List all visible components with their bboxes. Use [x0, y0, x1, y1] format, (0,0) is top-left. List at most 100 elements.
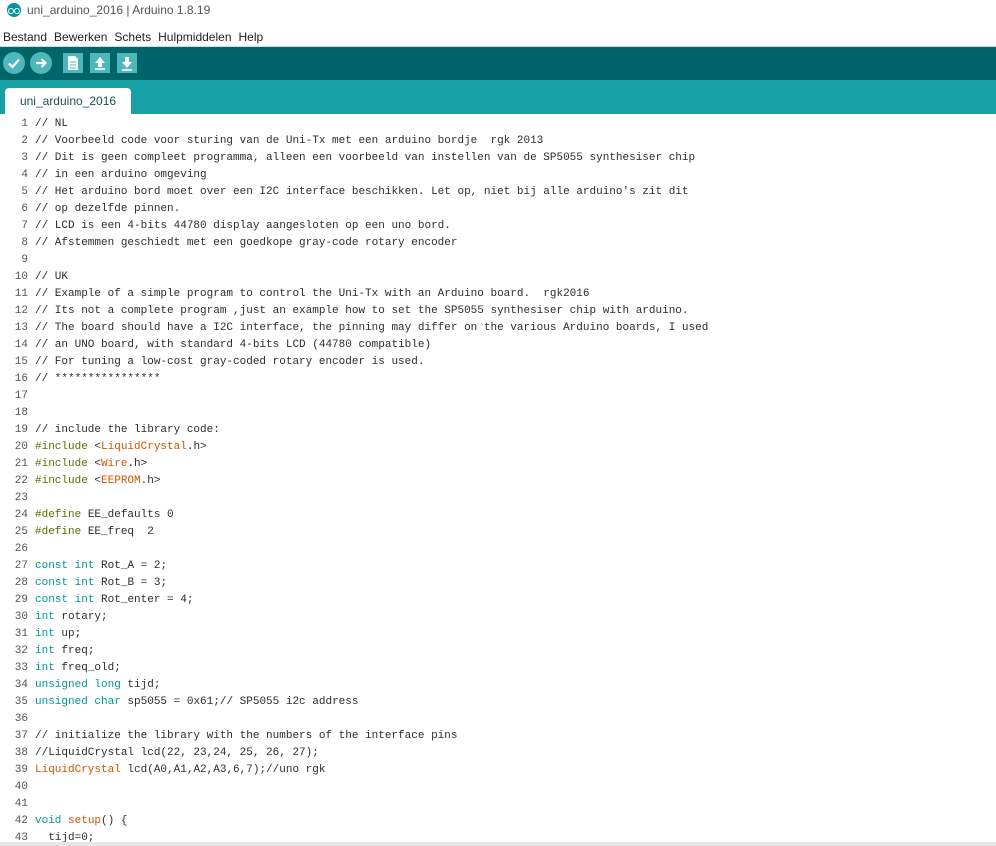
code-text: // UK	[35, 271, 69, 283]
code-line[interactable]: 8 // Afstemmen geschiedt met een goedkope…	[0, 235, 996, 252]
code-line[interactable]: 33 int freq_old;	[0, 660, 996, 677]
code-line[interactable]: 3 // Dit is geen compleet programma, alle…	[0, 150, 996, 167]
code-line[interactable]: 11 // Example of a simple program to cont…	[0, 286, 996, 303]
menu-hulpmiddelen[interactable]: Hulpmiddelen	[155, 27, 235, 45]
code-line[interactable]: 5 // Het arduino bord moet over een I2C i…	[0, 184, 996, 201]
menu-bestand[interactable]: Bestand	[0, 27, 51, 45]
code-line[interactable]: 21 #include <Wire.h>	[0, 456, 996, 473]
code-line[interactable]: 40	[0, 779, 996, 796]
code-line[interactable]: 36	[0, 711, 996, 728]
line-number: 23	[14, 492, 28, 504]
line-number: 4	[21, 169, 28, 181]
line-number: 39	[14, 764, 28, 776]
line-number: 22	[14, 475, 28, 487]
code-line[interactable]: 23	[0, 490, 996, 507]
line-number: 17	[14, 390, 28, 402]
code-line[interactable]: 15 // For tuning a low-cost gray-coded ro…	[0, 354, 996, 371]
code-line[interactable]: 26	[0, 541, 996, 558]
code-line[interactable]: 35 unsigned char sp5055 = 0x61;// SP5055 …	[0, 694, 996, 711]
code-line[interactable]: 42 void setup() {	[0, 813, 996, 830]
code-text: #include <EEPROM.h>	[35, 475, 161, 487]
line-number: 11	[14, 288, 28, 300]
code-line[interactable]: 10 // UK	[0, 269, 996, 286]
code-line[interactable]: 39 LiquidCrystal lcd(A0,A1,A2,A3,6,7);//u…	[0, 762, 996, 779]
code-line[interactable]: 4 // in een arduino omgeving	[0, 167, 996, 184]
code-text: #include <LiquidCrystal.h>	[35, 441, 207, 453]
upload-button[interactable]	[30, 52, 52, 74]
code-editor[interactable]: 1 // NL 2 // Voorbeeld code voor sturing va…	[0, 114, 996, 842]
code-line[interactable]: 25 #define EE_freq 2	[0, 524, 996, 541]
line-number: 40	[14, 781, 28, 793]
code-line[interactable]: 37 // initialize the library with the num…	[0, 728, 996, 745]
code-line[interactable]: 16 // ****************	[0, 371, 996, 388]
code-line[interactable]: 32 int freq;	[0, 643, 996, 660]
line-number: 29	[14, 594, 28, 606]
code-text: // include the library code:	[35, 424, 220, 436]
arrow-up-icon	[95, 57, 105, 70]
line-number: 2	[21, 135, 28, 147]
line-number: 21	[14, 458, 28, 470]
line-number: 36	[14, 713, 28, 725]
code-line[interactable]: 18	[0, 405, 996, 422]
code-text: // op dezelfde pinnen.	[35, 203, 181, 215]
code-line[interactable]: 13 // The board should have a I2C interfa…	[0, 320, 996, 337]
code-text: // NL	[35, 118, 69, 130]
code-text: //LiquidCrystal lcd(22, 23,24, 25, 26, 2…	[35, 747, 319, 759]
menu-schets[interactable]: Schets	[111, 27, 155, 45]
code-text: // For tuning a low-cost gray-coded rota…	[35, 356, 425, 368]
code-text: // LCD is een 4-bits 44780 display aange…	[35, 220, 451, 232]
line-number: 30	[14, 611, 28, 623]
code-text: unsigned long tijd;	[35, 679, 161, 691]
code-line[interactable]: 19 // include the library code:	[0, 422, 996, 439]
new-file-icon	[68, 56, 78, 70]
line-number: 6	[21, 203, 28, 215]
line-number: 19	[14, 424, 28, 436]
line-number: 20	[14, 441, 28, 453]
code-line[interactable]: 28 const int Rot_B = 3;	[0, 575, 996, 592]
arduino-logo-icon	[7, 3, 21, 17]
code-line[interactable]: 41	[0, 796, 996, 813]
tab-uni-arduino-2016[interactable]: uni_arduino_2016	[5, 88, 131, 114]
line-number: 32	[14, 645, 28, 657]
line-number: 35	[14, 696, 28, 708]
line-number: 27	[14, 560, 28, 572]
code-line[interactable]: 17	[0, 388, 996, 405]
line-number: 1	[21, 118, 28, 130]
menu-bewerken[interactable]: Bewerken	[51, 27, 111, 45]
code-line[interactable]: 27 const int Rot_A = 2;	[0, 558, 996, 575]
menu-help[interactable]: Help	[236, 27, 268, 45]
arrow-right-icon	[36, 58, 48, 68]
line-number: 38	[14, 747, 28, 759]
open-sketch-button[interactable]	[90, 53, 110, 73]
verify-button[interactable]	[3, 52, 25, 74]
code-line[interactable]: 34 unsigned long tijd;	[0, 677, 996, 694]
code-line[interactable]: 7 // LCD is een 4-bits 44780 display aang…	[0, 218, 996, 235]
code-line[interactable]: 22 #include <EEPROM.h>	[0, 473, 996, 490]
code-text: int up;	[35, 628, 82, 640]
line-number: 14	[14, 339, 28, 351]
new-sketch-button[interactable]	[63, 53, 83, 73]
code-text: #include <Wire.h>	[35, 458, 148, 470]
line-number: 3	[21, 152, 28, 164]
code-line[interactable]: 29 const int Rot_enter = 4;	[0, 592, 996, 609]
code-line[interactable]: 1 // NL	[0, 116, 996, 133]
code-line[interactable]: 14 // an UNO board, with standard 4-bits …	[0, 337, 996, 354]
code-line[interactable]: 9	[0, 252, 996, 269]
code-line[interactable]: 2 // Voorbeeld code voor sturing van de U…	[0, 133, 996, 150]
code-line[interactable]: 6 // op dezelfde pinnen.	[0, 201, 996, 218]
line-number: 12	[14, 305, 28, 317]
code-line[interactable]: 30 int rotary;	[0, 609, 996, 626]
line-number: 15	[14, 356, 28, 368]
code-line[interactable]: 38 //LiquidCrystal lcd(22, 23,24, 25, 26,…	[0, 745, 996, 762]
code-line[interactable]: 20 #include <LiquidCrystal.h>	[0, 439, 996, 456]
code-line[interactable]: 31 int up;	[0, 626, 996, 643]
tab-bar: uni_arduino_2016	[0, 80, 996, 114]
code-line[interactable]: 12 // Its not a complete program ,just an…	[0, 303, 996, 320]
menu-bar: Bestand Bewerken Schets Hulpmiddelen Hel…	[0, 27, 996, 47]
code-line[interactable]: 43 tijd=0;	[0, 830, 996, 842]
code-text: // Afstemmen geschiedt met een goedkope …	[35, 237, 458, 249]
status-strip	[0, 842, 996, 846]
save-sketch-button[interactable]	[117, 53, 137, 73]
line-number: 41	[14, 798, 28, 810]
code-line[interactable]: 24 #define EE_defaults 0	[0, 507, 996, 524]
